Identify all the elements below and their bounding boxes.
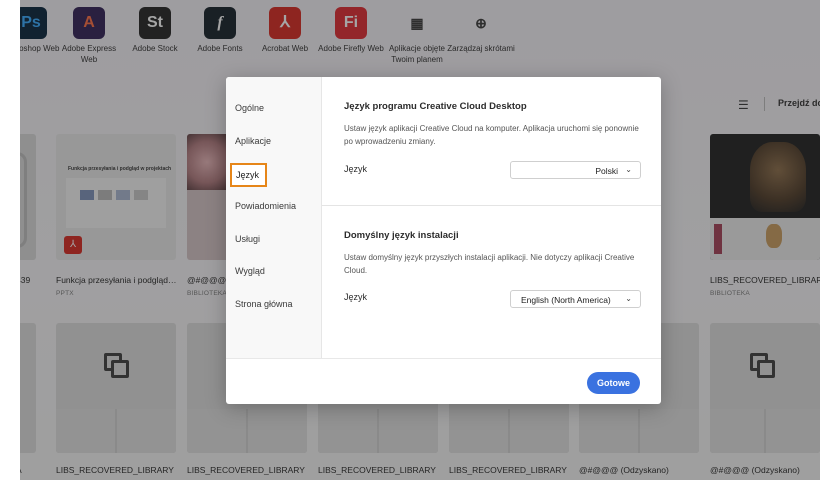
chevron-down-icon: ⌄ [625, 294, 632, 303]
creative-cloud-window: Ps Photoshop Web A Adobe Express Web St … [20, 0, 820, 480]
language-label: Język [344, 164, 368, 174]
select-value: English (North America) [521, 295, 611, 305]
done-button[interactable]: Gotowe [587, 372, 640, 394]
preferences-nav: Ogólne Aplikacje Język Powiadomienia Usł… [226, 77, 322, 358]
chevron-down-icon: ⌄ [625, 165, 632, 174]
language-label: Język [344, 292, 368, 302]
install-language-select[interactable]: English (North America) ⌄ [510, 290, 641, 308]
section-title: Domyślny język instalacji [344, 230, 459, 241]
section-install-language: Domyślny język instalacji Ustaw domyślny… [322, 206, 661, 358]
select-value: Polski [595, 166, 618, 176]
right-border [820, 0, 840, 480]
section-desktop-language: Język programu Creative Cloud Desktop Us… [322, 77, 661, 205]
nav-item-services[interactable]: Usługi [235, 234, 260, 244]
section-description: Ustaw język aplikacji Creative Cloud na … [344, 124, 639, 146]
left-border [0, 0, 20, 480]
desktop-language-select[interactable]: Polski ⌄ [510, 161, 641, 179]
section-description: Ustaw domyślny język przyszłych instalac… [344, 253, 635, 275]
nav-item-notifications[interactable]: Powiadomienia [235, 201, 296, 211]
nav-item-appearance[interactable]: Wygląd [235, 266, 265, 276]
nav-item-home[interactable]: Strona główna [235, 299, 293, 309]
section-title: Język programu Creative Cloud Desktop [344, 101, 527, 112]
nav-item-general[interactable]: Ogólne [235, 103, 264, 113]
preferences-dialog: Ogólne Aplikacje Język Powiadomienia Usł… [226, 77, 661, 404]
nav-item-apps[interactable]: Aplikacje [235, 136, 271, 146]
nav-item-language[interactable]: Język [230, 163, 268, 187]
dialog-footer: Gotowe [226, 358, 661, 404]
